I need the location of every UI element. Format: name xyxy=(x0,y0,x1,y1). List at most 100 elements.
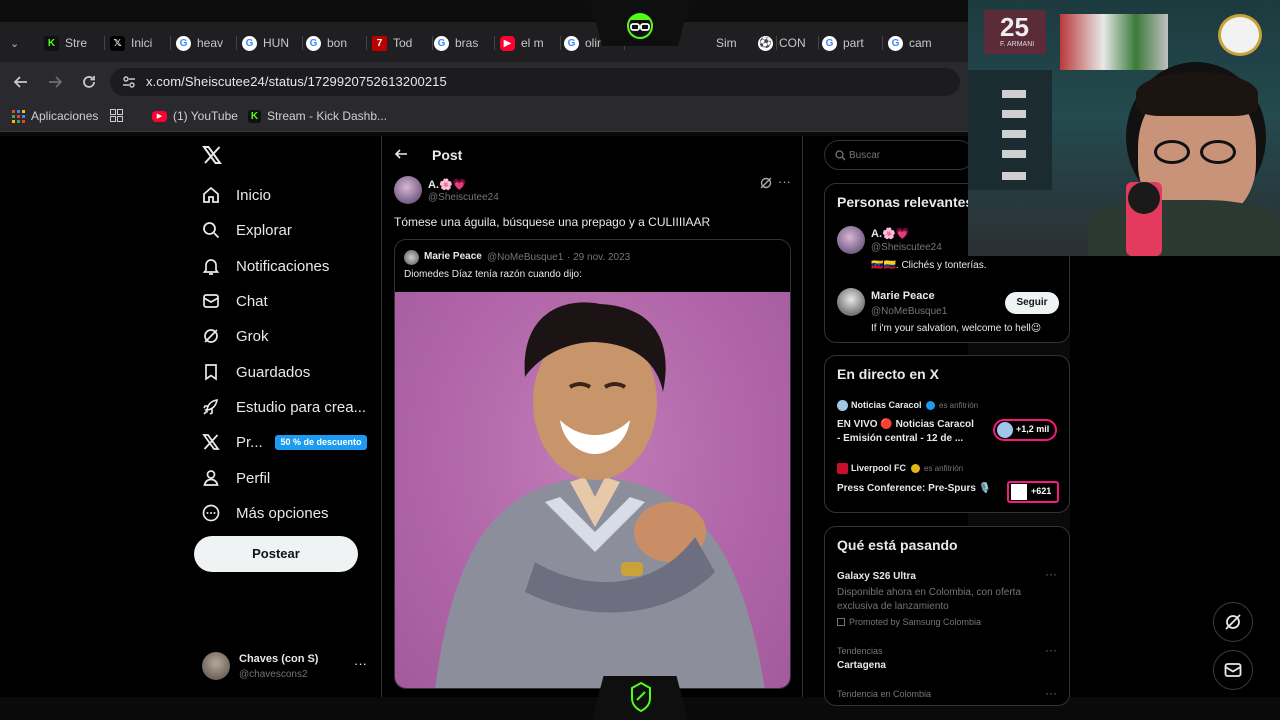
jersey-name: F. ARMANI xyxy=(1000,41,1035,48)
person-name[interactable]: A.🌸💗 xyxy=(871,227,909,240)
tab-label: part xyxy=(843,36,864,50)
browser-tab[interactable]: ▶ el m xyxy=(500,32,556,54)
browser-tab[interactable]: 7 Tod xyxy=(372,32,428,54)
browser-tab[interactable]: K Stre xyxy=(44,32,100,54)
nav-chat[interactable]: Chat xyxy=(200,289,268,313)
nav-label: Notificaciones xyxy=(236,257,330,275)
tab-label: olir xyxy=(585,36,602,50)
back-arrow-icon[interactable] xyxy=(12,73,30,91)
grok-float-button[interactable] xyxy=(1213,602,1253,642)
avatar xyxy=(202,652,230,680)
avatar[interactable] xyxy=(394,176,422,204)
red-icon: 7 xyxy=(372,35,387,51)
mail-icon xyxy=(1224,663,1242,677)
nav-label: Estudio para crea... xyxy=(236,398,367,416)
card-title: Qué está pasando xyxy=(837,537,958,553)
reload-icon[interactable] xyxy=(80,73,98,91)
browser-address-bar: x.com/Sheiscutee24/status/17299207526132… xyxy=(0,62,968,102)
live-host[interactable]: Noticias Caracol xyxy=(851,400,922,410)
bookmark-kick[interactable]: K Stream - Kick Dashb... xyxy=(248,109,387,123)
post-more-icon[interactable]: ··· xyxy=(778,174,791,189)
glasses-left xyxy=(1154,140,1190,164)
post-author-handle[interactable]: @Sheiscutee24 xyxy=(428,192,499,203)
browser-tab[interactable]: ⚽ CON xyxy=(758,32,814,54)
bookmark-label: Stream - Kick Dashb... xyxy=(267,109,388,123)
nav-more-options[interactable]: Más opciones xyxy=(200,501,329,525)
trend-more-icon[interactable]: ··· xyxy=(1045,567,1057,581)
trend-more-icon[interactable]: ··· xyxy=(1045,643,1057,657)
tab-divider xyxy=(560,36,561,50)
bookmark-grid[interactable] xyxy=(110,109,123,122)
browser-tab[interactable]: Gbras xyxy=(434,32,490,54)
trend-title[interactable]: Cartagena xyxy=(837,660,886,671)
nav-home[interactable]: Inicio xyxy=(200,183,271,207)
nav-profile[interactable]: Perfil xyxy=(200,466,270,490)
tab-label: heav xyxy=(197,36,224,50)
browser-tab[interactable]: Gpart xyxy=(822,32,878,54)
tab-divider xyxy=(818,36,819,50)
nav-explore[interactable]: Explorar xyxy=(200,218,292,242)
browser-tab[interactable]: G HUN xyxy=(242,32,298,54)
site-settings-icon[interactable] xyxy=(122,75,136,89)
tab-label: HUN xyxy=(263,36,289,50)
bookmark-youtube[interactable]: ▶ (1) YouTube xyxy=(152,109,238,123)
trend-desc: exclusiva de lanzamiento xyxy=(837,601,949,612)
nav-grok[interactable]: Grok xyxy=(200,324,269,348)
person-handle: @NoMeBusque1 xyxy=(871,306,948,317)
nav-label: Pr... xyxy=(236,433,263,451)
nav-notifications[interactable]: Notificaciones xyxy=(200,254,329,278)
account-switcher[interactable]: Chaves (con S) @chavescons2 ··· xyxy=(202,650,372,684)
grok-icon[interactable] xyxy=(759,176,773,190)
account-handle: @chavescons2 xyxy=(239,669,308,680)
live-title[interactable]: Press Conference: Pre-Spurs 🎙️ xyxy=(837,483,991,494)
listener-avatar xyxy=(997,422,1013,438)
browser-tab[interactable]: Gbon xyxy=(306,32,362,54)
live-listeners-pill[interactable]: +621 xyxy=(1007,481,1059,503)
post-author-name[interactable]: A.🌸💗 xyxy=(428,178,466,191)
nav-premium[interactable]: Pr... xyxy=(200,430,263,454)
kick-icon: K xyxy=(248,109,261,123)
rocket-icon xyxy=(200,396,222,418)
live-title[interactable]: - Emisión central - 12 de ... xyxy=(837,433,963,444)
person-name[interactable]: Marie Peace xyxy=(871,290,935,302)
browser-tab[interactable]: 𝕏 Inici xyxy=(110,32,166,54)
tab-label: Stre xyxy=(65,36,88,50)
tab-list-dropdown[interactable]: ⌄ xyxy=(10,32,19,54)
stream-overlay-notch xyxy=(590,0,690,46)
bookmark-apps[interactable]: Aplicaciones xyxy=(12,109,98,123)
nav-label: Chat xyxy=(236,292,268,310)
avatar[interactable] xyxy=(837,288,865,316)
forward-arrow-icon[interactable] xyxy=(46,73,64,91)
quote-author-handle: @NoMeBusque1 xyxy=(487,252,564,263)
google-icon: G xyxy=(822,35,837,51)
quote-photo[interactable] xyxy=(395,292,790,688)
premium-discount-badge[interactable]: 50 % de descuento xyxy=(275,435,367,450)
microphone-head xyxy=(1128,182,1160,214)
trend-title[interactable]: Galaxy S26 Ultra xyxy=(837,571,916,582)
avatar[interactable] xyxy=(837,226,865,254)
url-field[interactable]: x.com/Sheiscutee24/status/17299207526132… xyxy=(110,68,960,96)
back-arrow-icon[interactable] xyxy=(394,147,408,161)
x-icon: 𝕏 xyxy=(110,35,125,51)
streamer-hair xyxy=(1136,72,1258,116)
nav-creator-studio[interactable]: Estudio para crea... xyxy=(200,395,366,419)
nav-label: Más opciones xyxy=(236,504,329,522)
person-bio: If i'm your salvation, welcome to hell😉 xyxy=(871,323,1042,334)
live-title[interactable]: EN VIVO 🔴 Noticias Caracol xyxy=(837,419,974,430)
post-button[interactable]: Postear xyxy=(194,536,358,572)
quoted-post[interactable]: Marie Peace @NoMeBusque1 · 29 nov. 2023 … xyxy=(394,239,791,689)
trend-desc: Disponible ahora en Colombia, con oferta xyxy=(837,587,1021,598)
trend-more-icon[interactable]: ··· xyxy=(1045,686,1057,700)
avatar-logo-icon xyxy=(627,13,653,39)
search-input[interactable]: Buscar xyxy=(824,140,974,170)
nav-bookmarks[interactable]: Guardados xyxy=(200,360,310,384)
browser-tab[interactable]: Gcam xyxy=(888,32,944,54)
follow-button[interactable]: Seguir xyxy=(1005,292,1059,314)
live-host[interactable]: Liverpool FC xyxy=(851,463,906,473)
avatar xyxy=(404,250,419,265)
x-logo-icon[interactable] xyxy=(202,145,222,165)
live-listeners-pill[interactable]: +1,2 mil xyxy=(993,419,1057,441)
messages-float-button[interactable] xyxy=(1213,650,1253,690)
search-icon xyxy=(200,219,222,241)
browser-tab[interactable]: Gheav xyxy=(176,32,232,54)
